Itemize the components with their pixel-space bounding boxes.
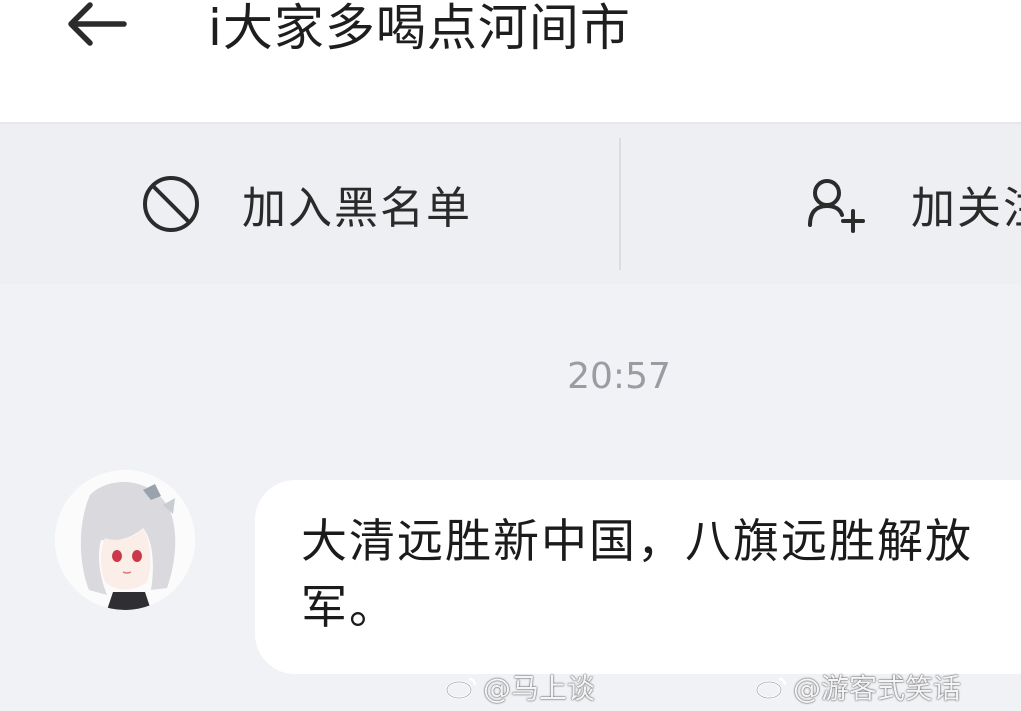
chat-screen: i大家多喝点河间市 加入黑名单 加关注 20:57 [0,0,1021,711]
add-person-icon [808,179,865,233]
top-bar: i大家多喝点河间市 [0,0,1021,124]
action-bar: 加入黑名单 加关注 [0,124,1021,284]
message-bubble[interactable]: 大清远胜新中国，八旗远胜解放军。 [255,480,1021,674]
weibo-icon [755,677,787,700]
action-divider [619,138,621,270]
watermark-left-text: @马上谈 [483,672,596,705]
arrow-left-icon [68,2,127,46]
page-title: i大家多喝点河间市 [208,0,631,57]
watermark-left: @马上谈 [445,667,595,707]
watermark-right-text: @游客式笑话 [793,672,962,705]
block-button[interactable]: 加入黑名单 [140,124,472,284]
back-button[interactable] [60,0,140,60]
watermark-right: @游客式笑话 [755,667,961,707]
anime-avatar [55,470,195,610]
message-text: 大清远胜新中国，八旗远胜解放军。 [301,514,973,634]
weibo-icon [445,677,477,700]
follow-label: 加关注 [911,183,1021,234]
message-timestamp: 20:57 [567,356,671,397]
follow-button[interactable]: 加关注 [805,124,1021,284]
block-label: 加入黑名单 [242,183,472,234]
avatar[interactable] [55,470,195,610]
block-circle-icon [143,176,199,232]
